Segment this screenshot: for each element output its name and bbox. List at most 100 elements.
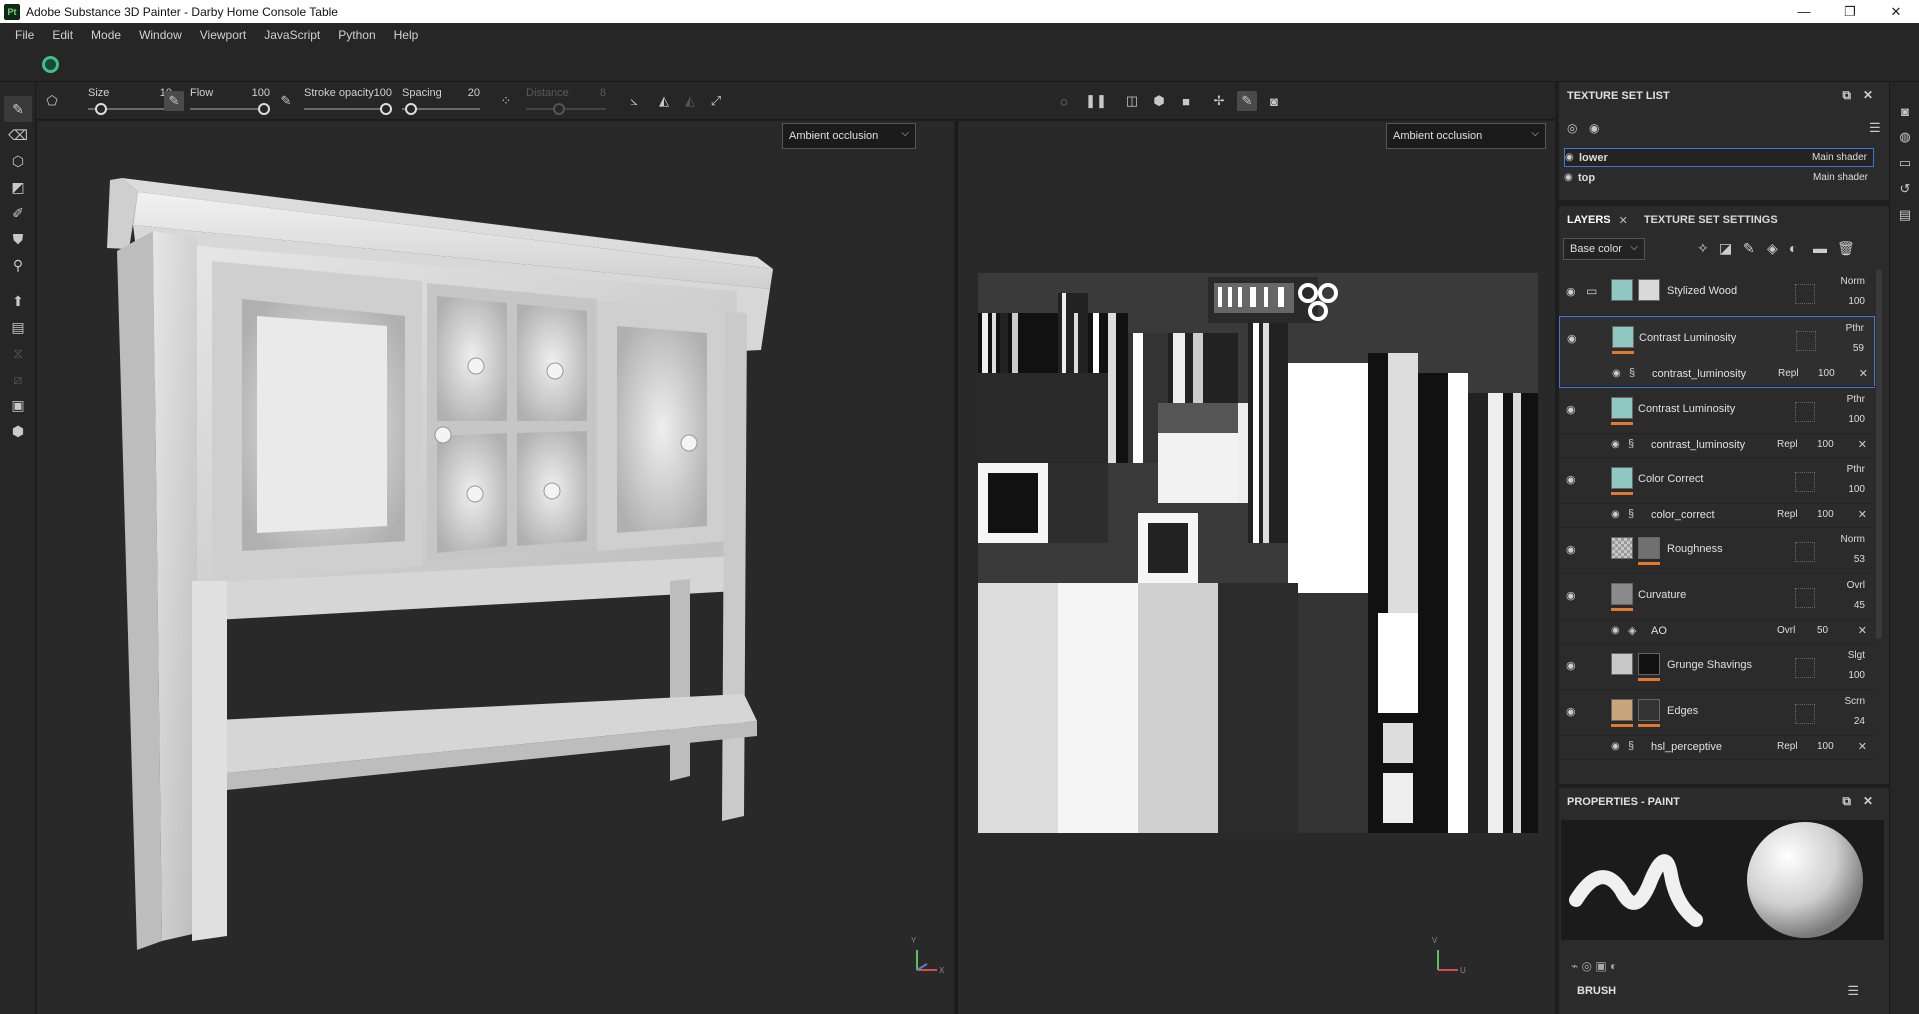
stroke-opacity-slider[interactable]: Stroke opacity 100 [304, 82, 392, 120]
minimize-button[interactable]: — [1781, 0, 1827, 23]
shader-settings-icon[interactable]: ▭ [1896, 154, 1914, 172]
screenshot-icon[interactable]: ◙ [1264, 91, 1284, 111]
undock-icon[interactable]: ⧉ [1842, 88, 1851, 103]
spacing-knob[interactable] [405, 103, 418, 115]
layer-contrast-luminosity-2[interactable]: ◉ Contrast Luminosity Pthr 100 [1559, 388, 1875, 434]
menu-viewport[interactable]: Viewport [191, 28, 255, 42]
polygon-fill-icon[interactable]: ◩ [4, 174, 32, 200]
undock-icon[interactable]: ⧉ [1842, 794, 1851, 809]
eye-icon[interactable]: ◉ [1566, 285, 1576, 298]
stroke-opacity-value[interactable]: 100 [374, 87, 392, 99]
mask-slot[interactable] [1795, 472, 1815, 492]
layer-opacity[interactable]: 100 [1848, 670, 1865, 681]
layer-opacity[interactable]: 24 [1854, 716, 1865, 727]
log-icon[interactable]: ▤ [1896, 206, 1914, 224]
add-smart-material-icon[interactable]: ◐ [1789, 240, 1797, 256]
environment-icon[interactable]: ✢ [1209, 91, 1229, 111]
size-pen-pressure-icon[interactable]: ✎ [164, 91, 184, 111]
menu-python[interactable]: Python [329, 28, 384, 42]
texture-set-shader[interactable]: Main shader [1813, 172, 1874, 183]
effect-row[interactable]: ◉ ◈ AO Ovrl 50 ✕ [1559, 620, 1875, 644]
flow-slider[interactable]: Flow 100 [190, 82, 270, 120]
delete-layer-icon[interactable]: 🗑 [1837, 240, 1855, 257]
sync-status-icon[interactable] [42, 56, 59, 73]
eraser-icon[interactable]: ⌫ [4, 122, 32, 148]
eye-icon[interactable]: ◉ [1611, 509, 1620, 520]
viewport-2d-channel-dropdown[interactable]: Ambient occlusion ⌵ [1386, 123, 1546, 149]
layer-opacity[interactable]: 53 [1854, 554, 1865, 565]
menu-icon[interactable]: ☰ [1869, 120, 1881, 136]
paint-mode-icon[interactable]: ✎ [1237, 91, 1257, 111]
close-icon[interactable]: ✕ [1858, 740, 1867, 753]
mask-slot[interactable] [1795, 704, 1815, 724]
effect-row[interactable]: ◉ § color_correct Repl 100 ✕ [1559, 504, 1875, 528]
eye-icon[interactable]: ◉ [1566, 659, 1576, 672]
layer-curvature[interactable]: ◉ Curvature Ovrl 45 [1559, 574, 1875, 620]
viewport-2d[interactable]: Ambient occlusion ⌵ V U [956, 121, 1555, 1014]
layer-opacity[interactable]: 100 [1848, 484, 1865, 495]
eye-icon[interactable]: ◉ [1566, 705, 1576, 718]
lazy-mouse-icon[interactable]: ⁘ [496, 91, 516, 111]
layer-opacity[interactable]: 45 [1854, 600, 1865, 611]
eye-icon[interactable]: ◉ [1566, 403, 1576, 416]
pause-icon[interactable]: ❚❚ [1085, 91, 1107, 111]
add-paint-layer-icon[interactable]: ✎ [1743, 240, 1755, 257]
color-picker-icon[interactable]: ⚲ [4, 252, 32, 278]
flow-knob[interactable] [258, 103, 270, 115]
layer-color-correct[interactable]: ◉ Color Correct Pthr 100 [1559, 458, 1875, 504]
menu-window[interactable]: Window [130, 28, 191, 42]
distance-knob[interactable] [553, 103, 566, 115]
add-mask-icon[interactable]: ◪ [1719, 240, 1732, 257]
eye-icon[interactable]: ◉ [1612, 368, 1621, 379]
spacing-value[interactable]: 20 [468, 87, 480, 99]
anchor-icon[interactable]: ▣ [4, 392, 32, 418]
close-window-button[interactable]: ✕ [1873, 0, 1919, 23]
clone-stamp-icon[interactable]: ⛊ [4, 226, 32, 252]
bake-icon[interactable]: ⬆ [4, 288, 32, 314]
paint-brush-icon[interactable]: ✎ [4, 96, 32, 122]
layers-scrollbar[interactable] [1876, 269, 1882, 639]
texture-set-top[interactable]: ◉ top Main shader [1564, 168, 1874, 187]
distance-value[interactable]: 8 [600, 87, 606, 99]
blend-mode[interactable]: Pthr [1846, 323, 1864, 334]
display-settings-icon[interactable]: ◍ [1896, 128, 1914, 146]
layer-opacity[interactable]: 100 [1848, 296, 1865, 307]
eye-icon[interactable]: ◉ [1611, 439, 1620, 450]
projection-icon[interactable]: ⬡ [4, 148, 32, 174]
size-slider[interactable]: Size 10 [88, 82, 172, 120]
flow-value[interactable]: 100 [252, 87, 270, 99]
blend-mode[interactable]: Norm [1841, 276, 1865, 287]
effect-blend-mode[interactable]: Repl [1777, 741, 1798, 752]
effect-opacity[interactable]: 100 [1817, 439, 1834, 450]
spacing-slider[interactable]: Spacing 20 [402, 82, 480, 120]
history-icon[interactable]: ↺ [1896, 180, 1914, 198]
camera-icon[interactable]: ■ [1176, 91, 1196, 111]
viewport-3d[interactable]: Ambient occlusion ⌵ Y X [37, 121, 954, 1014]
distance-slider[interactable]: Distance 8 [526, 82, 606, 120]
size-knob[interactable] [95, 103, 108, 115]
eye-icon[interactable]: ◉ [1566, 589, 1576, 602]
symmetry-mirror-icon[interactable]: ◭ [680, 91, 700, 111]
layer-stylized-wood[interactable]: ◉ ▭ Stylized Wood Norm 100 [1559, 270, 1875, 316]
blend-mode[interactable]: Ovrl [1847, 580, 1865, 591]
mask-slot[interactable] [1796, 331, 1816, 351]
layer-grunge-shavings[interactable]: ◉ Grunge Shavings Slgt 100 [1559, 644, 1875, 690]
texture-set-icon[interactable]: ◙ [1896, 102, 1914, 120]
menu-javascript[interactable]: JavaScript [255, 28, 329, 42]
measure-icon[interactable]: ⧖ [4, 340, 32, 366]
eye-icon[interactable]: ◉ [1566, 543, 1576, 556]
add-effect-icon[interactable]: ✧ [1697, 240, 1709, 257]
blend-mode[interactable]: Pthr [1847, 464, 1865, 475]
effect-blend-mode[interactable]: Repl [1777, 509, 1798, 520]
hide-icon[interactable]: ◌ [1054, 91, 1074, 111]
effect-row[interactable]: ◉ § contrast_luminosity Repl 100 ✕ [1560, 363, 1876, 387]
effect-blend-mode[interactable]: Repl [1778, 368, 1799, 379]
stroke-opacity-knob[interactable] [380, 103, 392, 115]
brush-tabs-icon[interactable]: ⌁ ◎ ▣ ◐ [1571, 959, 1617, 973]
eye-icon[interactable]: ◉ [1564, 172, 1578, 183]
maximize-button[interactable]: ❐ [1827, 0, 1873, 23]
blend-mode[interactable]: Scrn [1844, 696, 1865, 707]
mask-slot[interactable] [1795, 588, 1815, 608]
split-view-icon[interactable]: ◫ [1122, 91, 1142, 111]
close-icon[interactable]: ✕ [1858, 508, 1867, 521]
